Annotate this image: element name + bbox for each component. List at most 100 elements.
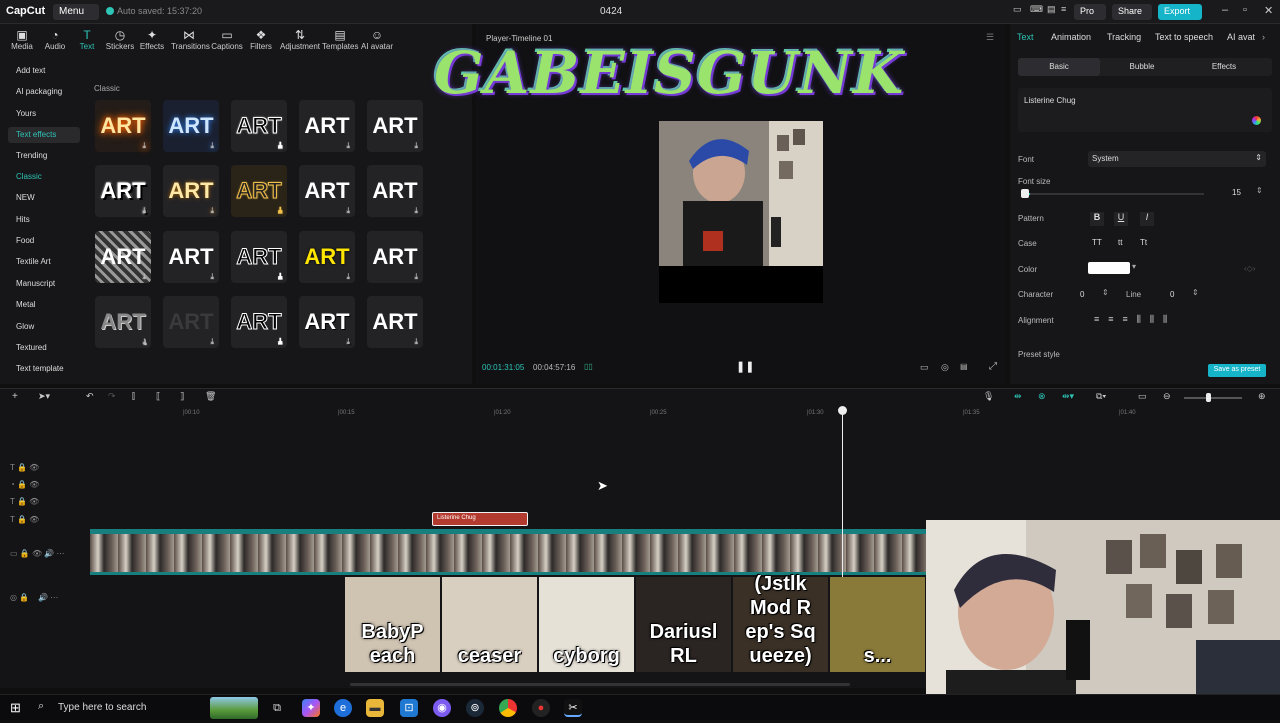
text-track-3-controls[interactable]: T 🔒 👁 [10,515,39,524]
audio-track-controls[interactable]: ◎ 🔒 🔊 ⋯ [10,593,58,602]
panel-icon[interactable]: ▤ [1047,4,1056,15]
trim-right-icon[interactable]: ⟧ [180,391,184,402]
select-tool-icon[interactable]: ➤▾ [38,391,50,402]
text-style-thumbnail[interactable]: ART ⤓ [163,165,219,217]
edge-icon[interactable]: e [334,699,352,717]
download-icon[interactable]: ⤓ [142,207,146,215]
text-style-thumbnail[interactable]: ART ⤓ [367,231,423,283]
download-icon[interactable]: ⤓ [414,207,418,215]
text-style-thumbnail[interactable]: ART ⤓ [367,165,423,217]
text-track-2-controls[interactable]: T 🔒 👁 [10,497,39,506]
tab-text[interactable]: T Text [69,28,105,51]
category-item[interactable]: Hits [8,212,80,228]
download-icon[interactable]: ⤓ [142,273,146,281]
add-icon[interactable]: + [12,391,18,402]
category-item[interactable]: Classic [8,169,80,185]
maximize-icon[interactable]: ▫ [1243,4,1247,16]
text-style-thumbnail[interactable]: ART ⤓ [95,100,151,152]
share-button[interactable]: Share [1112,4,1152,20]
download-icon[interactable]: ⤓ [278,206,282,215]
subtab-basic[interactable]: Basic [1018,58,1100,76]
tab-tracking[interactable]: Tracking [1107,32,1141,42]
text-style-thumbnail[interactable]: ART ⤓ [231,100,287,152]
tab-captions[interactable]: ▭ Captions [209,28,245,51]
download-icon[interactable]: ⤓ [278,272,282,281]
chrome-icon[interactable] [499,699,517,717]
task-view-icon[interactable]: ⧉ [268,699,286,717]
split-icon[interactable]: ⫿ [132,391,135,402]
zoom-fit-icon[interactable]: ◎ [941,362,949,373]
text-style-thumbnail[interactable]: ART ⤓ [95,165,151,217]
color-swatch[interactable] [1088,262,1130,274]
text-style-thumbnail[interactable]: ART ⤓ [367,100,423,152]
download-icon[interactable]: ⤓ [278,141,282,150]
category-item[interactable]: Textile Art [8,254,80,270]
playhead-handle[interactable] [838,406,847,415]
playhead[interactable] [842,408,843,578]
timeline-scrollbar[interactable] [350,683,850,686]
copilot-icon[interactable]: ✦ [302,699,320,717]
undo-icon[interactable]: ↶ [86,391,94,402]
crop-icon[interactable]: ▭ [920,362,929,373]
minimize-icon[interactable]: – [1222,4,1228,16]
layout-icon[interactable]: ▭ [1013,4,1022,15]
text-style-thumbnail[interactable]: ART ⤓ [95,296,151,348]
pause-icon[interactable]: ❚❚ [736,360,754,373]
tab-stickers[interactable]: ◷ Stickers [102,28,138,51]
tab-ai-avatar-props[interactable]: AI avat [1227,32,1255,42]
tab-adjustment[interactable]: ⇅ Adjustment [280,28,320,51]
category-item[interactable]: Add text [8,63,80,79]
tab-filters[interactable]: ❖ Filters [243,28,279,51]
uppercase-icon[interactable]: TT [1092,238,1102,247]
overlay-text[interactable]: GABEISGUNK [434,38,903,108]
line-stepper-icon[interactable]: ⇕ [1192,288,1199,297]
ratio-icon[interactable]: ▤ [960,362,968,371]
snap-icon[interactable]: ⧉▾ [1096,391,1106,402]
shortcuts-icon[interactable]: ⌨ [1030,4,1043,15]
windows-start-icon[interactable]: ⊞ [10,700,21,716]
delete-icon[interactable]: 🗑 [205,391,216,402]
lowercase-icon[interactable]: tt [1118,238,1122,247]
capcut-taskbar-icon[interactable]: ✂ [564,699,582,717]
italic-icon[interactable]: I [1140,212,1154,226]
save-preset-button[interactable]: Save as preset [1208,364,1266,377]
text-style-thumbnail[interactable]: ART ⤓ [231,231,287,283]
character-stepper-icon[interactable]: ⇕ [1102,288,1109,297]
steam-icon[interactable]: ⊚ [466,699,484,717]
download-icon[interactable]: ⤓ [414,273,418,281]
text-content-box[interactable]: Listerine Chug [1018,88,1272,132]
zoom-handle[interactable] [1206,393,1211,402]
settings-icon[interactable]: ≡ [1061,4,1066,14]
zoom-slider[interactable] [1184,397,1242,399]
font-size-slider[interactable] [1024,193,1204,195]
text-style-thumbnail[interactable]: ART ⤓ [299,296,355,348]
ai-writer-icon[interactable] [1252,116,1261,125]
keyframe-icon[interactable]: ‹◇› [1244,264,1255,273]
subtab-effects[interactable]: Effects [1184,62,1264,71]
tab-transitions[interactable]: ⋈ Transitions [171,28,210,51]
stepper-icon[interactable]: ⇕ [1256,186,1263,195]
text-style-thumbnail[interactable]: ART ⤓ [299,231,355,283]
category-item[interactable]: Manuscript [8,276,80,292]
category-item[interactable]: Metal [8,297,80,313]
text-style-thumbnail[interactable]: ART ⤓ [299,165,355,217]
text-style-thumbnail[interactable]: ART ⤓ [95,231,151,283]
category-item[interactable]: Text template [8,361,80,377]
download-icon[interactable]: ⤓ [414,142,418,150]
chevron-down-icon[interactable]: ▾ [1132,262,1136,271]
download-icon[interactable]: ⤓ [414,338,418,346]
category-item[interactable]: NEW [8,190,80,206]
bold-icon[interactable]: B [1090,212,1104,226]
text-track-controls[interactable]: T 🔒 👁 [10,463,39,472]
export-button[interactable]: Export [1158,4,1202,20]
file-explorer-icon[interactable]: ▬ [366,699,384,717]
download-icon[interactable]: ⤓ [346,207,350,215]
category-item[interactable]: Food [8,233,80,249]
download-icon[interactable]: ⤓ [278,337,282,346]
discord-icon[interactable]: ◉ [433,699,451,717]
player-menu-icon[interactable]: ☰ [986,32,994,43]
close-icon[interactable]: ✕ [1264,4,1273,17]
text-clip[interactable]: Listerine Chug [432,512,528,526]
tab-audio[interactable]: ◔ Audio [37,28,73,51]
text-style-thumbnail[interactable]: ART ⤓ [231,296,287,348]
